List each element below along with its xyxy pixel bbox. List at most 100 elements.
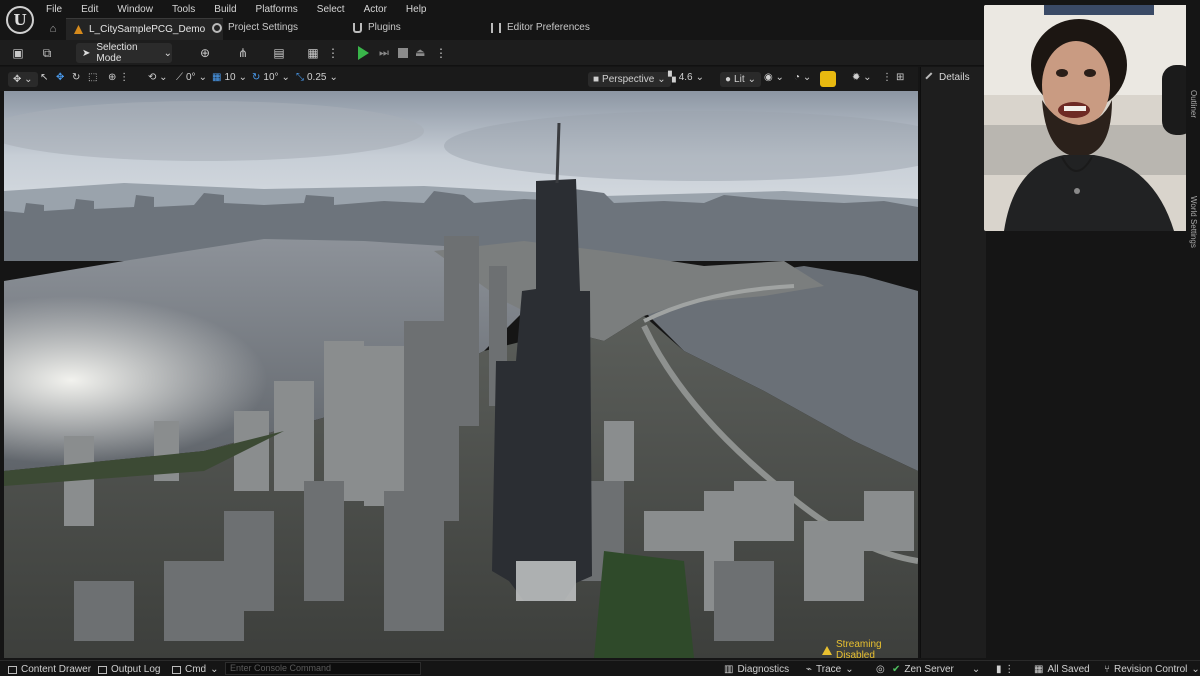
check-icon: ✔ <box>892 664 901 675</box>
trace-dropdown[interactable]: ⌁ Trace ⌄ <box>806 664 854 675</box>
rotate-snap-toggle[interactable]: ⟋ 0° ⌄ <box>176 72 207 83</box>
show-flags-dropdown[interactable]: ◉ ⌄ <box>764 72 784 83</box>
more-options-icon[interactable]: ⋮ <box>326 46 340 60</box>
menu-edit[interactable]: Edit <box>81 4 107 15</box>
content-drawer-button[interactable]: Content Drawer <box>8 664 91 675</box>
realtime-toggle[interactable] <box>820 71 836 87</box>
content-drawer-label: Content Drawer <box>21 664 92 675</box>
grid-snap-value: 10 <box>224 72 236 83</box>
details-tab[interactable]: Details <box>925 71 970 84</box>
source-stats-icon[interactable]: ▮ ⋮ <box>996 664 1014 675</box>
play-button[interactable] <box>358 46 369 60</box>
play-options-icon[interactable]: ⋮ <box>434 46 448 60</box>
zen-server-dropdown[interactable]: ✔ Zen Server ⌄ <box>892 664 980 675</box>
cmd-label: Cmd <box>185 664 207 675</box>
scale-snap-toggle[interactable]: ⤡ 0.25 ⌄ <box>296 72 338 83</box>
add-actor-icon[interactable]: ⊕ <box>198 46 212 60</box>
menu-platforms[interactable]: Platforms <box>256 4 307 15</box>
angle-snap-value: 10° <box>263 72 279 83</box>
tab-plugins[interactable]: Plugins <box>353 22 401 33</box>
revision-control-dropdown[interactable]: ⑂ Revision Control ⌄ <box>1104 664 1200 675</box>
build-icon[interactable]: ▦ <box>306 46 320 60</box>
viewport-options-icon[interactable]: ⋮ <box>882 72 892 83</box>
tab-project-settings-label: Project Settings <box>228 22 299 33</box>
grid-snap-toggle[interactable]: ▦ 10 ⌄ <box>212 72 247 83</box>
layout-icon[interactable]: ⊞ <box>896 72 904 83</box>
terminal-icon <box>172 665 181 674</box>
viewport-toolbar: ✥ ⌄ ↖ ✥ ↻ ⬚ ⊕ ⋮ ⟲ ⌄ ⟋ 0° ⌄ ▦ 10 ⌄ ↻ 10° ⌄ ⤡… <box>0 67 918 91</box>
perspective-dropdown[interactable]: ■ Perspective ⌄ <box>588 72 671 87</box>
menu-select[interactable]: Select <box>317 4 354 15</box>
scale-icon: ⤡ <box>296 72 304 83</box>
status-bar: Content Drawer Output Log Cmd ⌄ Enter Con… <box>0 660 1200 676</box>
cmd-dropdown[interactable]: Cmd ⌄ <box>172 664 219 675</box>
console-input[interactable]: Enter Console Command <box>225 662 421 675</box>
performance-dropdown[interactable]: ◔ ⌄ <box>794 72 811 83</box>
diagnostics-label: Diagnostics <box>737 664 790 675</box>
selection-mode-label: Selection Mode <box>96 42 138 64</box>
diagnostics-button[interactable]: ▥ Diagnostics <box>724 664 789 675</box>
tab-level[interactable]: L_CitySamplePCG_Demo <box>66 18 224 40</box>
streaming-status: Streaming Disabled <box>822 639 918 658</box>
menu-file[interactable]: File <box>46 4 71 15</box>
tab-editor-preferences[interactable]: Editor Preferences <box>491 22 590 33</box>
menu-help[interactable]: Help <box>406 4 436 15</box>
trace-label: Trace <box>816 664 842 675</box>
world-local-icon[interactable]: ⊕ ⋮ <box>108 72 129 83</box>
menu-bar: U File Edit Window Tools Build Platforms… <box>0 0 985 40</box>
light-icon: ● <box>725 74 732 85</box>
menu-tools[interactable]: Tools <box>172 4 204 15</box>
select-tool-icon[interactable]: ↖ <box>40 72 48 83</box>
level-viewport[interactable]: Streaming Disabled <box>4 91 918 658</box>
document-tab-row: ⌂ L_CitySamplePCG_Demo <box>44 18 224 40</box>
selection-mode-dropdown[interactable]: ➤ Selection Mode ⌄ <box>76 42 172 64</box>
menu-actor[interactable]: Actor <box>364 4 396 15</box>
zen-server-label: Zen Server <box>904 664 954 675</box>
unreal-logo[interactable]: U <box>6 6 34 34</box>
all-saved-label: All Saved <box>1047 664 1090 675</box>
home-icon[interactable]: ⌂ <box>46 22 60 36</box>
chevron-down-icon: ⌄ <box>163 47 172 59</box>
outliner-side-tab[interactable]: Outliner <box>1189 90 1198 118</box>
eject-button[interactable]: ⏏ <box>415 46 427 60</box>
revision-control-label: Revision Control <box>1114 664 1188 675</box>
viewport-settings-icon[interactable]: ✹ ⌄ <box>852 72 872 83</box>
level-icon <box>74 25 83 34</box>
output-log-button[interactable]: Output Log <box>98 664 160 675</box>
gear-icon <box>212 22 222 33</box>
menu-window[interactable]: Window <box>117 4 162 15</box>
view-mode-dropdown[interactable]: ● Lit ⌄ <box>720 72 761 87</box>
all-saved-button[interactable]: ▦ All Saved <box>1034 664 1090 675</box>
tab-project-settings[interactable]: Project Settings <box>212 22 298 33</box>
save-icon[interactable]: ▣ <box>11 46 25 60</box>
view-mode-label: Lit <box>734 74 745 85</box>
rotate-tool-icon[interactable]: ↻ <box>72 72 80 83</box>
scale-snap-value: 0.25 <box>307 72 327 83</box>
streaming-status-label: Streaming Disabled <box>836 639 882 658</box>
record-icon[interactable]: ◎ <box>876 664 885 675</box>
browse-icon[interactable]: ⧉ <box>40 46 54 60</box>
blueprint-icon[interactable]: ⋔ <box>236 46 250 60</box>
surface-snap-dropdown[interactable]: ⟲ ⌄ <box>148 72 168 83</box>
main-menu: File Edit Window Tools Build Platforms S… <box>46 4 436 15</box>
city-scene <box>4 91 918 658</box>
output-log-label: Output Log <box>111 664 161 675</box>
scale-tool-icon[interactable]: ⬚ <box>88 72 97 83</box>
save-status-icon: ▦ <box>1034 664 1044 675</box>
log-icon <box>98 665 107 674</box>
stop-button[interactable] <box>398 48 408 58</box>
menu-build[interactable]: Build <box>214 4 245 15</box>
world-settings-side-tab[interactable]: World Settings <box>1189 196 1198 248</box>
angle-snap-toggle[interactable]: ↻ 10° ⌄ <box>252 72 290 83</box>
move-tool-icon[interactable]: ✥ <box>56 72 64 83</box>
cinematics-icon[interactable]: ▤ <box>272 46 286 60</box>
speed-icon: ▚ <box>668 72 676 83</box>
folder-icon <box>8 665 17 674</box>
camera-speed-dropdown[interactable]: ▚ 4.6 ⌄ <box>668 72 704 83</box>
transform-mode-dropdown[interactable]: ✥ ⌄ <box>8 72 38 87</box>
tab-plugins-label: Plugins <box>368 22 401 33</box>
tab-editor-preferences-label: Editor Preferences <box>507 22 590 33</box>
branch-icon: ⑂ <box>1104 664 1110 675</box>
diagnostics-icon: ▥ <box>724 664 734 675</box>
step-button[interactable]: ⏭ <box>379 46 391 60</box>
